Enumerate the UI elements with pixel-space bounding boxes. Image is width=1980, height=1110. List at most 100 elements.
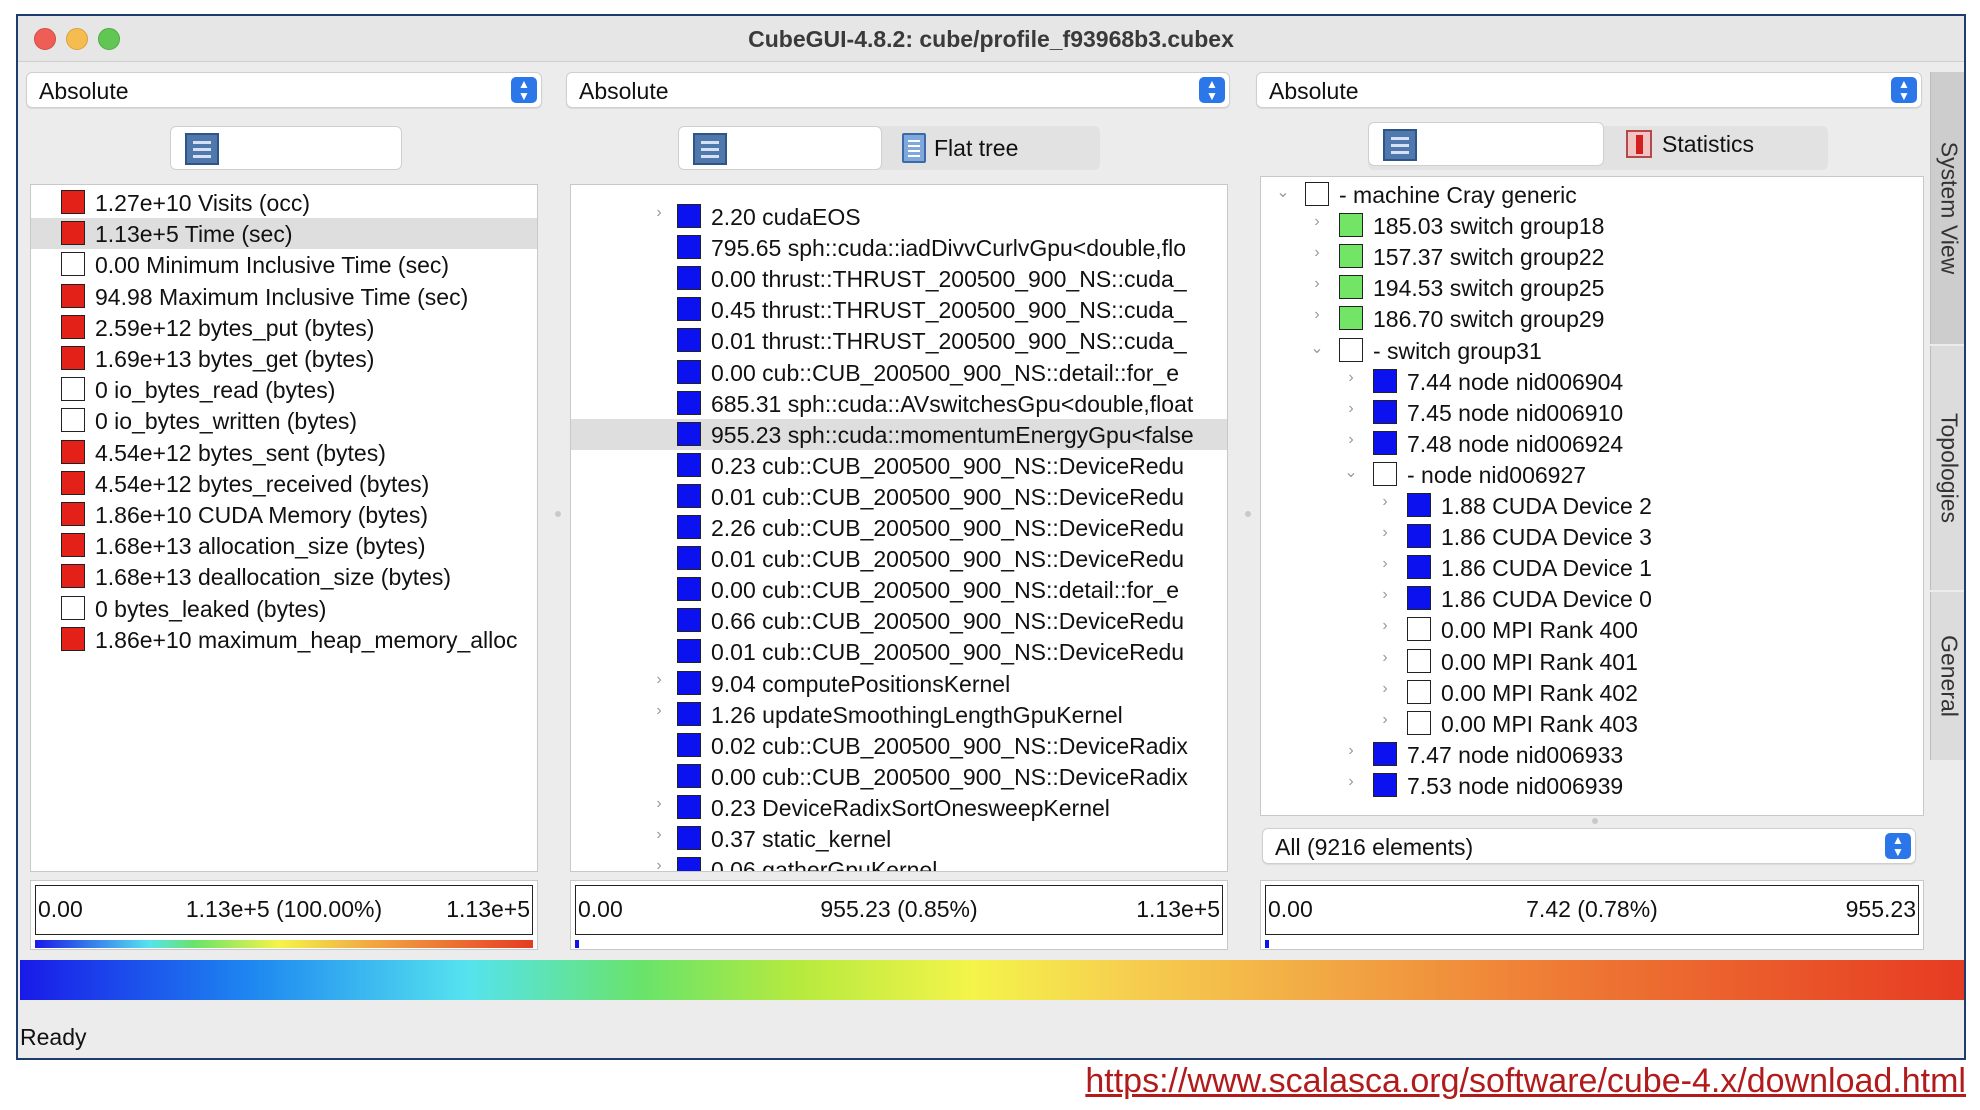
expand-chevron-icon[interactable]: › [1341, 773, 1361, 791]
expand-chevron-icon[interactable]: › [1375, 555, 1395, 573]
tree-row[interactable]: 0.00 cub::CUB_200500_900_NS::detail::for… [571, 357, 1227, 388]
tree-row[interactable]: 1.69e+13 bytes_get (bytes) [31, 343, 537, 374]
tree-row[interactable]: 1.68e+13 deallocation_size (bytes) [31, 561, 537, 592]
footer-download-link[interactable]: https://www.scalasca.org/software/cube-4… [1085, 1062, 1966, 1101]
tree-row[interactable]: 2.26 cub::CUB_200500_900_NS::DeviceRedu [571, 512, 1227, 543]
expand-chevron-icon[interactable]: › [1307, 244, 1327, 262]
tree-row[interactable]: › 0.00 MPI Rank 402 [1261, 677, 1923, 708]
tree-row[interactable]: › 1.26 updateSmoothingLengthGpuKernel [571, 699, 1227, 730]
collapse-chevron-icon[interactable]: ⌄ [1341, 462, 1361, 482]
tree-row[interactable]: › 7.44 node nid006904 [1261, 366, 1923, 397]
expand-chevron-icon[interactable]: › [1307, 213, 1327, 231]
tree-row[interactable]: ⌄ - node nid006927 [1261, 459, 1923, 490]
tree-row[interactable]: › 7.47 node nid006933 [1261, 739, 1923, 770]
tree-row[interactable]: › 157.37 switch group22 [1261, 241, 1923, 272]
tree-row[interactable]: 955.23 sph::cuda::momentumEnergyGpu<fals… [571, 418, 1227, 450]
tree-row[interactable]: › 1.86 CUDA Device 1 [1261, 552, 1923, 583]
tree-row[interactable]: 0 io_bytes_written (bytes) [31, 405, 537, 436]
expand-chevron-icon[interactable]: › [1375, 524, 1395, 542]
tab-flat-tree[interactable]: Flat tree [890, 126, 1090, 170]
splitter-handle[interactable] [555, 511, 561, 517]
tab-metric-tree[interactable] [170, 126, 402, 170]
tree-row[interactable]: 0.45 thrust::THRUST_200500_900_NS::cuda_ [571, 294, 1227, 325]
tree-row[interactable]: 1.13e+5 Time (sec) [31, 218, 537, 250]
expand-chevron-icon[interactable]: › [1341, 431, 1361, 449]
expand-chevron-icon[interactable]: › [1307, 306, 1327, 324]
expand-chevron-icon[interactable]: › [649, 702, 669, 720]
tree-row[interactable]: 0.01 cub::CUB_200500_900_NS::DeviceRedu [571, 636, 1227, 667]
tree-row[interactable]: 0.01 thrust::THRUST_200500_900_NS::cuda_ [571, 325, 1227, 356]
tree-row[interactable]: › 0.23 DeviceRadixSortOnesweepKernel [571, 792, 1227, 823]
tab-system-tree[interactable] [1368, 122, 1604, 166]
expand-chevron-icon[interactable]: › [1341, 369, 1361, 387]
tab-general[interactable]: General [1930, 592, 1964, 760]
tree-row[interactable]: › 7.48 node nid006924 [1261, 428, 1923, 459]
tree-row[interactable]: › 7.53 node nid006939 [1261, 770, 1923, 801]
calltree-value-mode-select[interactable]: Absolute ▲ ▼ [566, 72, 1230, 108]
tree-row[interactable]: › 0.00 MPI Rank 401 [1261, 646, 1923, 677]
expand-chevron-icon[interactable]: › [1375, 649, 1395, 667]
tab-topologies[interactable]: Topologies [1930, 346, 1964, 590]
expand-chevron-icon[interactable]: › [649, 826, 669, 844]
expand-chevron-icon[interactable]: › [1375, 617, 1395, 635]
tab-statistics[interactable]: Statistics [1612, 122, 1812, 166]
tree-row[interactable]: ⌄ - switch group31 [1261, 335, 1923, 366]
tree-row[interactable]: 0.00 cub::CUB_200500_900_NS::DeviceRadix [571, 761, 1227, 792]
tree-row[interactable]: › 1.86 CUDA Device 0 [1261, 583, 1923, 614]
system-value-mode-select[interactable]: Absolute ▲ ▼ [1256, 72, 1922, 108]
tree-row[interactable]: 0.02 cub::CUB_200500_900_NS::DeviceRadix [571, 730, 1227, 761]
tree-row[interactable]: › 7.45 node nid006910 [1261, 397, 1923, 428]
tree-row[interactable]: 1.86e+10 CUDA Memory (bytes) [31, 499, 537, 530]
tree-row[interactable]: › 0.37 static_kernel [571, 823, 1227, 854]
tree-row[interactable]: 1.86e+10 maximum_heap_memory_alloc [31, 624, 537, 655]
system-filter-select[interactable]: All (9216 elements) ▲ ▼ [1262, 828, 1916, 864]
metric-value-mode-select[interactable]: Absolute ▲ ▼ [26, 72, 542, 108]
tree-row[interactable]: 685.31 sph::cuda::AVswitchesGpu<double,f… [571, 388, 1227, 419]
tree-row[interactable]: 0 bytes_leaked (bytes) [31, 593, 537, 624]
expand-chevron-icon[interactable]: › [1341, 742, 1361, 760]
expand-chevron-icon[interactable]: › [1375, 493, 1395, 511]
tree-row[interactable]: › 0.00 MPI Rank 403 [1261, 708, 1923, 739]
tree-row[interactable]: 94.98 Maximum Inclusive Time (sec) [31, 281, 537, 312]
tree-row[interactable]: 1.27e+10 Visits (occ) [31, 187, 537, 218]
expand-chevron-icon[interactable]: › [1375, 680, 1395, 698]
splitter-handle[interactable] [1245, 511, 1251, 517]
expand-chevron-icon[interactable]: › [1341, 400, 1361, 418]
tree-row[interactable]: 0.01 cub::CUB_200500_900_NS::DeviceRedu [571, 481, 1227, 512]
collapse-chevron-icon[interactable]: ⌄ [1307, 338, 1327, 358]
tree-row[interactable]: › 186.70 switch group29 [1261, 303, 1923, 334]
tree-row[interactable]: 0.66 cub::CUB_200500_900_NS::DeviceRedu [571, 605, 1227, 636]
tree-row[interactable]: › 1.88 CUDA Device 2 [1261, 490, 1923, 521]
tree-row[interactable]: › 9.04 computePositionsKernel [571, 668, 1227, 699]
tree-row[interactable]: 4.54e+12 bytes_received (bytes) [31, 468, 537, 499]
tree-row[interactable]: 1.68e+13 allocation_size (bytes) [31, 530, 537, 561]
expand-chevron-icon[interactable]: › [649, 795, 669, 813]
call-tree[interactable]: › 2.20 cudaEOS 795.65 sph::cuda::iadDivvCu… [570, 184, 1228, 872]
tree-row[interactable]: 0.23 cub::CUB_200500_900_NS::DeviceRedu [571, 450, 1227, 481]
tree-row[interactable]: 4.54e+12 bytes_sent (bytes) [31, 437, 537, 468]
expand-chevron-icon[interactable]: › [1375, 586, 1395, 604]
tree-row[interactable]: 0.00 cub::CUB_200500_900_NS::detail::for… [571, 574, 1227, 605]
system-tree[interactable]: ⌄ - machine Cray generic › 185.03 switch gr… [1260, 176, 1924, 816]
tree-row[interactable]: 0.01 cub::CUB_200500_900_NS::DeviceRedu [571, 543, 1227, 574]
splitter-handle[interactable] [1592, 818, 1598, 824]
tree-row[interactable]: › 2.20 cudaEOS [571, 201, 1227, 232]
tree-row[interactable]: › 0.00 MPI Rank 400 [1261, 614, 1923, 645]
tree-row[interactable]: 0.00 Minimum Inclusive Time (sec) [31, 249, 537, 280]
tree-row[interactable]: › 1.86 CUDA Device 3 [1261, 521, 1923, 552]
tree-row[interactable]: ⌄ - machine Cray generic [1261, 179, 1923, 210]
tree-row[interactable]: 0.00 thrust::THRUST_200500_900_NS::cuda_ [571, 263, 1227, 294]
tab-system-view[interactable]: System View [1930, 72, 1964, 344]
expand-chevron-icon[interactable]: › [1307, 275, 1327, 293]
tree-row[interactable]: › 185.03 switch group18 [1261, 210, 1923, 241]
tab-call-tree[interactable] [678, 126, 882, 170]
tree-row[interactable]: 2.59e+12 bytes_put (bytes) [31, 312, 537, 343]
tree-row[interactable]: 795.65 sph::cuda::iadDivvCurlvGpu<double… [571, 232, 1227, 263]
expand-chevron-icon[interactable]: › [1375, 711, 1395, 729]
tree-row[interactable]: 0 io_bytes_read (bytes) [31, 374, 537, 405]
tree-row[interactable]: › 0.06 gatherGpuKernel [571, 854, 1227, 871]
tree-row[interactable]: › 194.53 switch group25 [1261, 272, 1923, 303]
expand-chevron-icon[interactable]: › [649, 857, 669, 871]
expand-chevron-icon[interactable]: › [649, 671, 669, 689]
metric-tree[interactable]: 1.27e+10 Visits (occ) 1.13e+5 Time (sec) 0… [30, 184, 538, 872]
